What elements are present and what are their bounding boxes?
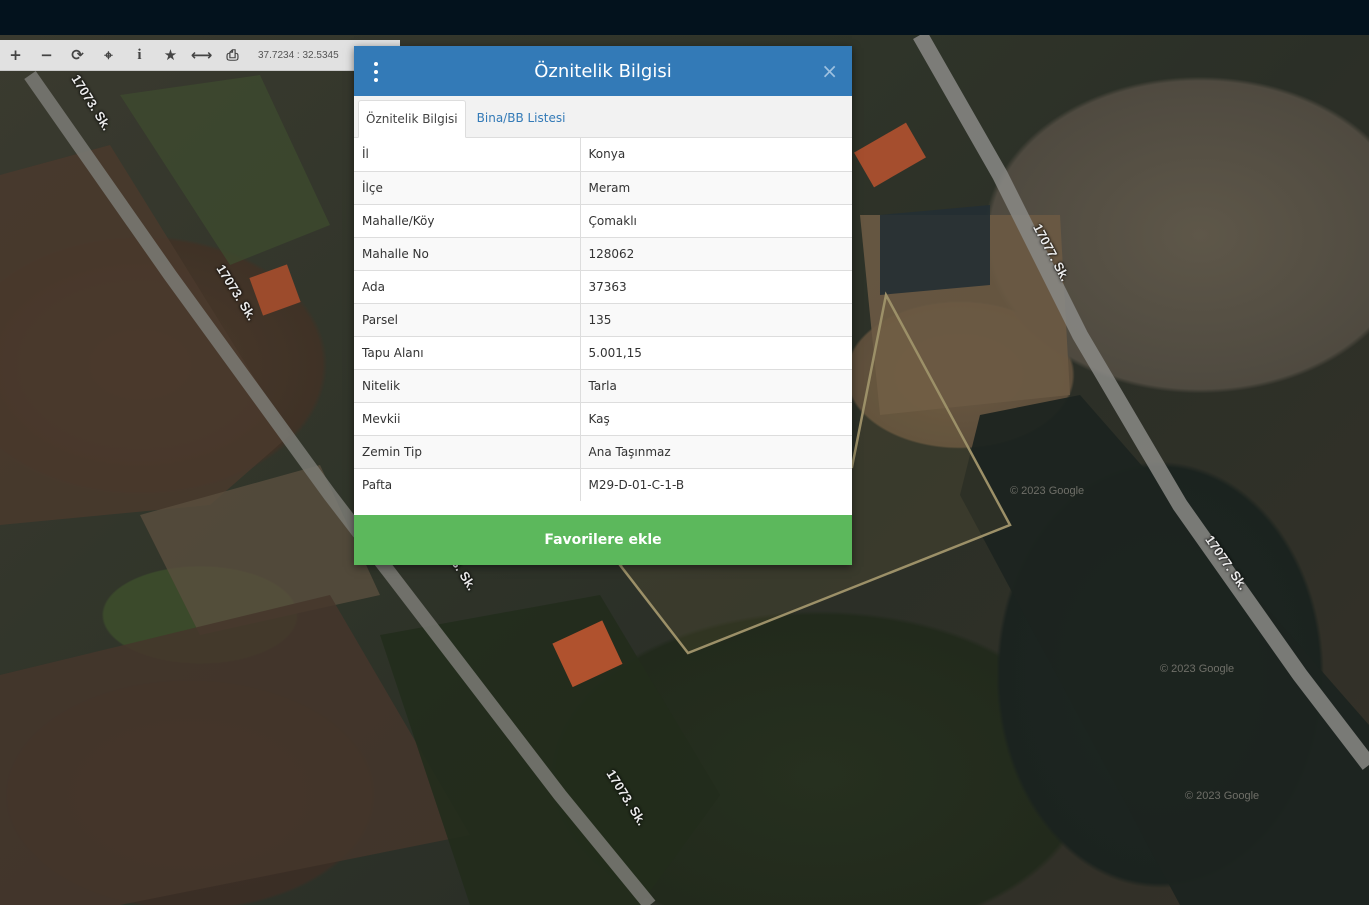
building — [249, 264, 301, 316]
attribute-key: Mevkii — [354, 401, 581, 435]
add-to-favorites-button[interactable]: Favorilere ekle — [354, 515, 852, 565]
trees — [380, 595, 720, 905]
map-watermark: © 2023 Google — [1185, 790, 1260, 802]
attribute-value: M29-D-01-C-1-B — [580, 467, 852, 501]
water-field — [880, 205, 990, 295]
locate-icon[interactable]: ⌖ — [93, 40, 124, 70]
print-icon[interactable]: ⎙ — [217, 40, 248, 70]
attribute-table: İl Konya İlçe Meram Mahalle/Köy Çomaklı Mah… — [354, 138, 852, 501]
table-row: Ada 37363 — [354, 269, 852, 303]
panel-tabs: Öznitelik Bilgisi Bina/BB Listesi — [354, 96, 852, 138]
attribute-key: Nitelik — [354, 368, 581, 402]
attribute-key: Pafta — [354, 467, 581, 501]
map-watermark: © 2023 Google — [1160, 663, 1235, 675]
attribute-key: İlçe — [354, 170, 581, 204]
vertical-dots-menu-icon[interactable] — [372, 62, 380, 82]
attribute-value: Konya — [588, 147, 626, 162]
table-row: İlçe Meram — [354, 170, 852, 204]
refresh-icon[interactable]: ⟳ — [62, 40, 93, 70]
building — [854, 122, 926, 188]
attribute-value: 128062 — [580, 236, 852, 270]
top-bar — [0, 0, 1369, 35]
close-icon[interactable]: × — [821, 59, 838, 83]
attribute-key: Tapu Alanı — [354, 335, 581, 369]
attribute-key: Ada — [354, 269, 581, 303]
table-row: Zemin Tip Ana Taşınmaz — [354, 434, 852, 468]
attribute-key: Parsel — [354, 302, 581, 336]
table-row: Mevkii Kaş — [354, 401, 852, 435]
table-row: Mahalle/Köy Çomaklı — [354, 203, 852, 237]
attribute-panel: Öznitelik Bilgisi × Öznitelik Bilgisi Bi… — [354, 46, 852, 565]
tab-attribute-info[interactable]: Öznitelik Bilgisi — [358, 100, 466, 138]
measure-icon[interactable]: ⟷ — [186, 40, 217, 70]
zoom-in-icon[interactable]: + — [0, 40, 31, 70]
table-row: Mahalle No 128062 — [354, 236, 852, 270]
map-watermark: © 2023 Google — [1010, 485, 1085, 497]
table-row: Parsel 135 — [354, 302, 852, 336]
map-toolbar: + − ⟳ ⌖ i ★ ⟷ ⎙ 37.7234 : 32.5345 — [0, 40, 400, 71]
zoom-out-icon[interactable]: − — [31, 40, 62, 70]
attribute-key: Mahalle No — [354, 236, 581, 270]
attribute-value: Ana Taşınmaz — [580, 434, 852, 468]
info-icon[interactable]: i — [124, 40, 155, 70]
tab-building-list[interactable]: Bina/BB Listesi — [470, 100, 573, 137]
attribute-value: 37363 — [580, 269, 852, 303]
attribute-key: Zemin Tip — [354, 434, 581, 468]
attribute-value: 5.001,15 — [580, 335, 852, 369]
star-icon[interactable]: ★ — [155, 40, 186, 70]
attribute-value: 135 — [580, 302, 852, 336]
attribute-value: Çomaklı — [580, 203, 852, 237]
table-row: Nitelik Tarla — [354, 368, 852, 402]
attribute-key: Mahalle/Köy — [354, 203, 581, 237]
attribute-value: Tarla — [580, 368, 852, 402]
panel-title: Öznitelik Bilgisi — [534, 60, 672, 82]
attribute-key: İl — [354, 138, 581, 171]
table-row: Tapu Alanı 5.001,15 — [354, 335, 852, 369]
table-row: İl Konya — [354, 138, 852, 171]
attribute-value: Meram — [580, 170, 852, 204]
table-row: Pafta M29-D-01-C-1-B — [354, 467, 852, 501]
panel-header: Öznitelik Bilgisi × — [354, 46, 852, 96]
attribute-value: Kaş — [580, 401, 852, 435]
coordinate-readout: 37.7234 : 32.5345 — [258, 49, 339, 61]
